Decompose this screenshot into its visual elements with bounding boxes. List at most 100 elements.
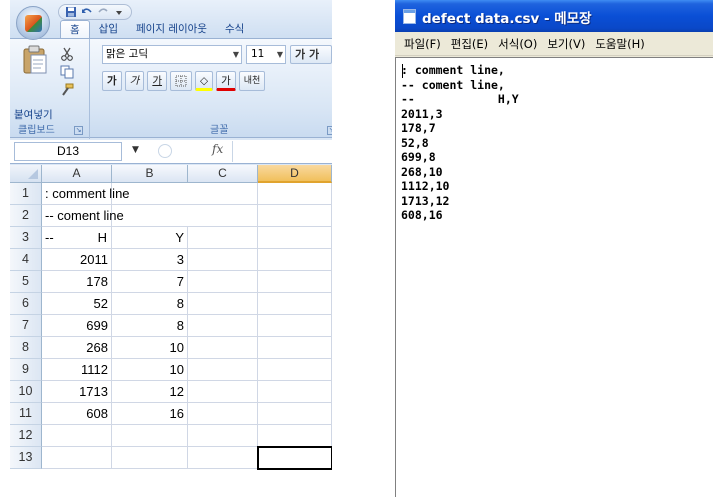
row-header[interactable]: 8 <box>10 337 42 359</box>
cell-d[interactable] <box>258 183 332 205</box>
underline-button[interactable]: 가 <box>147 71 168 91</box>
font-name-select[interactable]: 맑은 고딕 ▼ <box>102 45 242 64</box>
cell-d[interactable] <box>258 205 332 227</box>
column-header-b[interactable]: B <box>112 165 188 183</box>
cell-b[interactable]: 8 <box>112 315 188 337</box>
cell-d[interactable] <box>258 381 332 403</box>
cut-icon[interactable] <box>60 47 74 61</box>
cell-b[interactable]: 7 <box>112 271 188 293</box>
cell-a[interactable]: 1713 <box>42 381 112 403</box>
cell-b[interactable]: 12 <box>112 381 188 403</box>
cell-c[interactable] <box>188 403 258 425</box>
menu-file[interactable]: 파일(F) <box>404 36 441 52</box>
cell-c[interactable] <box>188 205 258 227</box>
cell-b[interactable] <box>112 425 188 447</box>
column-header-a[interactable]: A <box>42 165 112 183</box>
font-color-button[interactable]: 가 <box>216 71 236 91</box>
menu-format[interactable]: 서식(O) <box>498 36 537 52</box>
cell-c[interactable] <box>188 315 258 337</box>
row-header[interactable]: 4 <box>10 249 42 271</box>
cell-b[interactable]: 10 <box>112 359 188 381</box>
insert-function-button[interactable]: fx <box>212 142 223 156</box>
menu-view[interactable]: 보기(V) <box>547 36 585 52</box>
tab-home[interactable]: 홈 <box>60 20 90 39</box>
paste-button[interactable]: 붙여넣기 <box>14 107 53 122</box>
name-box[interactable]: D13 <box>14 142 122 161</box>
cell-a[interactable] <box>42 425 112 447</box>
borders-button[interactable] <box>170 71 193 91</box>
redo-icon[interactable] <box>97 6 109 18</box>
cell-b[interactable] <box>112 183 188 205</box>
font-size-select[interactable]: 11 ▼ <box>246 45 286 64</box>
cell-d[interactable] <box>258 293 332 315</box>
row-header[interactable]: 2 <box>10 205 42 227</box>
format-painter-icon[interactable] <box>60 83 74 97</box>
row-header[interactable]: 13 <box>10 447 42 469</box>
menu-help[interactable]: 도움말(H) <box>595 36 644 52</box>
cell-a[interactable]: -- coment line <box>42 205 124 227</box>
row-header[interactable]: 10 <box>10 381 42 403</box>
chevron-down-icon[interactable]: ▼ <box>132 145 139 155</box>
cell-d[interactable] <box>258 227 332 249</box>
cell-a[interactable]: 2011 <box>42 249 112 271</box>
cell-b[interactable] <box>112 205 188 227</box>
cell-b[interactable]: 10 <box>112 337 188 359</box>
row-header[interactable]: 5 <box>10 271 42 293</box>
undo-icon[interactable] <box>81 6 93 18</box>
cell-d[interactable] <box>258 315 332 337</box>
cell-c[interactable] <box>188 249 258 271</box>
copy-icon[interactable] <box>60 65 74 79</box>
cell-c[interactable] <box>188 271 258 293</box>
cell-d[interactable] <box>258 403 332 425</box>
select-all-corner[interactable] <box>10 165 42 183</box>
formula-input[interactable] <box>232 141 332 162</box>
cell-d[interactable] <box>258 337 332 359</box>
cell-a[interactable]: 1112 <box>42 359 112 381</box>
grow-shrink-font-button[interactable]: 가 가 <box>290 45 332 64</box>
cell-a[interactable]: 178 <box>42 271 112 293</box>
row-header[interactable]: 1 <box>10 183 42 205</box>
tab-insert[interactable]: 삽입 <box>90 20 127 39</box>
formula-cancel-icon[interactable] <box>158 144 172 158</box>
customize-qat-icon[interactable] <box>113 6 125 18</box>
cell-b[interactable] <box>112 447 188 469</box>
cell-c[interactable] <box>188 337 258 359</box>
cell-c[interactable] <box>188 227 258 249</box>
cell-c[interactable] <box>188 425 258 447</box>
row-header[interactable]: 7 <box>10 315 42 337</box>
save-icon[interactable] <box>65 6 77 18</box>
notepad-text-area[interactable]: : comment line, -- coment line, -- H,Y 2… <box>395 57 713 497</box>
cell-a[interactable]: 608 <box>42 403 112 425</box>
row-header[interactable]: 9 <box>10 359 42 381</box>
cell-a[interactable]: -- H <box>42 227 112 249</box>
cell-c[interactable] <box>188 447 258 469</box>
cell-d[interactable] <box>258 271 332 293</box>
cell-c[interactable] <box>188 183 258 205</box>
cell-c[interactable] <box>188 293 258 315</box>
bold-button[interactable]: 가 <box>102 71 122 91</box>
menu-edit[interactable]: 편집(E) <box>451 36 488 52</box>
fill-color-button[interactable]: ◇ <box>195 71 214 91</box>
tab-page-layout[interactable]: 페이지 레이아웃 <box>127 20 216 39</box>
row-header[interactable]: 6 <box>10 293 42 315</box>
cell-b[interactable]: 16 <box>112 403 188 425</box>
column-header-c[interactable]: C <box>188 165 258 183</box>
cell-d[interactable] <box>258 249 332 271</box>
italic-button[interactable]: 가 <box>124 71 145 91</box>
cell-a[interactable]: 268 <box>42 337 112 359</box>
tab-formulas[interactable]: 수식 <box>216 20 253 39</box>
row-header[interactable]: 11 <box>10 403 42 425</box>
cell-b[interactable]: Y <box>112 227 188 249</box>
column-header-d[interactable]: D <box>258 165 332 183</box>
cell-a[interactable] <box>42 447 112 469</box>
font-dialog-launcher[interactable]: ↘ <box>327 126 332 135</box>
cell-b[interactable]: 3 <box>112 249 188 271</box>
cell-c[interactable] <box>188 381 258 403</box>
cell-d[interactable] <box>258 359 332 381</box>
paste-icon[interactable] <box>22 45 48 75</box>
cell-c[interactable] <box>188 359 258 381</box>
row-header[interactable]: 3 <box>10 227 42 249</box>
phonetic-guide-button[interactable]: 내천 <box>238 71 266 91</box>
row-header[interactable]: 12 <box>10 425 42 447</box>
cell-b[interactable]: 8 <box>112 293 188 315</box>
